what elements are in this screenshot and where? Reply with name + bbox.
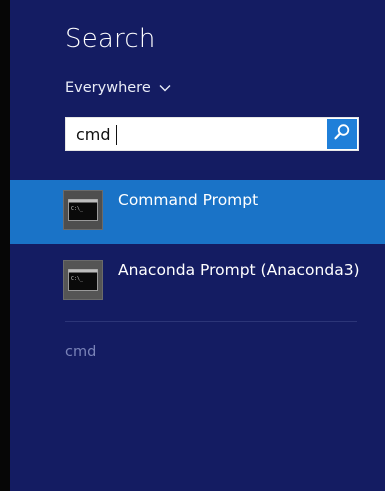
result-anaconda-prompt[interactable]: C:\_ Anaconda Prompt (Anaconda3) [10,250,385,314]
search-scope-label: Everywhere [65,80,151,96]
result-label: Anaconda Prompt (Anaconda3) [118,261,360,279]
search-box [65,117,359,151]
magnifier-icon [333,123,351,145]
search-scope-dropdown[interactable]: Everywhere [65,80,171,96]
search-suggestion[interactable]: cmd [65,344,96,360]
pane-title: Search [65,24,156,54]
search-button[interactable] [327,119,357,149]
desktop-edge [0,0,10,491]
search-input[interactable] [66,118,344,150]
search-charm-pane: Search Everywhere C:\_ [10,0,385,491]
chevron-down-icon [159,84,171,92]
result-command-prompt[interactable]: C:\_ Command Prompt [10,180,385,244]
command-prompt-icon: C:\_ [63,190,103,230]
results-divider [65,321,357,322]
svg-text:C:\_: C:\_ [71,276,84,282]
result-label: Command Prompt [118,191,259,209]
anaconda-prompt-icon: C:\_ [63,260,103,300]
text-caret [116,125,117,145]
svg-text:C:\_: C:\_ [71,206,84,212]
